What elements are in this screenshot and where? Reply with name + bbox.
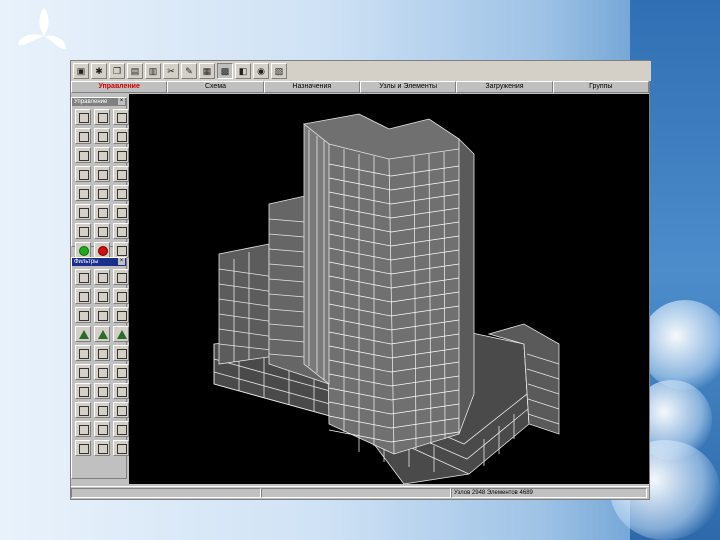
fixed-support-icon[interactable]	[94, 326, 110, 342]
magnifier-icon[interactable]	[94, 223, 110, 239]
moment-icon[interactable]	[75, 364, 91, 380]
stress-icon[interactable]	[113, 421, 129, 437]
zoom-fit-icon[interactable]	[113, 204, 129, 220]
status-cell-empty	[261, 488, 451, 498]
panel-title: Фильтры ×	[72, 258, 126, 266]
copy-icon[interactable]: ❐	[109, 63, 125, 79]
deform-icon[interactable]	[94, 440, 110, 456]
result-icon[interactable]	[75, 440, 91, 456]
zoom-icon[interactable]	[94, 204, 110, 220]
diagram-icon[interactable]	[94, 421, 110, 437]
edit-icon[interactable]: ✎	[181, 63, 197, 79]
axis-icon[interactable]	[75, 204, 91, 220]
close-icon[interactable]: ×	[118, 258, 125, 265]
spin-icon[interactable]	[113, 128, 129, 144]
save-icon[interactable]: ▣	[73, 63, 89, 79]
status-bar: Узлов 2948 Элементов 4689	[71, 486, 649, 499]
rotate-x-icon[interactable]	[75, 109, 91, 125]
cube-icon[interactable]	[75, 166, 91, 182]
view-iso-icon[interactable]	[113, 147, 129, 163]
table-icon[interactable]: ▦	[199, 63, 215, 79]
decor-bubble	[640, 300, 720, 390]
load-a-icon[interactable]	[94, 364, 110, 380]
grid-icon[interactable]: ▩	[217, 63, 233, 79]
tab-groups[interactable]: Группы	[552, 81, 649, 93]
panel-title: Управление ×	[72, 98, 126, 106]
spring-icon[interactable]	[75, 288, 91, 304]
beam-icon[interactable]	[94, 288, 110, 304]
plate-icon[interactable]	[94, 269, 110, 285]
frame-icon[interactable]	[75, 223, 91, 239]
node-icon[interactable]	[75, 307, 91, 323]
force-x-icon[interactable]	[75, 345, 91, 361]
tab-scheme[interactable]: Схема	[167, 81, 264, 93]
view-icon[interactable]: ◧	[235, 63, 251, 79]
close-icon[interactable]: ×	[118, 98, 125, 105]
print-icon[interactable]: ▥	[145, 63, 161, 79]
brush-icon[interactable]	[75, 402, 91, 418]
cube-a-icon[interactable]	[75, 185, 91, 201]
scale-icon[interactable]	[75, 421, 91, 437]
axis-global-icon[interactable]	[94, 383, 110, 399]
panel-title-text: Управление	[74, 99, 108, 105]
axis-local-icon[interactable]	[75, 383, 91, 399]
filter-icon-grid	[72, 266, 129, 459]
cube-side-icon[interactable]	[113, 166, 129, 182]
main-toolbar: ▣ ✱ ❐ ▤ ▥ ✂ ✎ ▦ ▩ ◧ ◉ ▧	[71, 61, 651, 81]
tree-icon[interactable]: ✱	[91, 63, 107, 79]
rigid-icon[interactable]	[94, 307, 110, 323]
move-icon[interactable]	[75, 128, 91, 144]
cube-b-icon[interactable]	[94, 185, 110, 201]
settings-icon[interactable]	[113, 242, 129, 258]
magnifier-red-icon[interactable]	[113, 223, 129, 239]
lira-app-window: ▣ ✱ ❐ ▤ ▥ ✂ ✎ ▦ ▩ ◧ ◉ ▧ Управление Схема…	[70, 60, 651, 500]
rotate-z-icon[interactable]	[113, 109, 129, 125]
wrench-icon[interactable]	[94, 402, 110, 418]
support-icon[interactable]	[75, 326, 91, 342]
pin-support-icon[interactable]	[113, 326, 129, 342]
filter-tool-panel: Фильтры ×	[71, 257, 129, 479]
help-icon[interactable]: ▧	[271, 63, 287, 79]
tri-leaf-logo-icon	[18, 8, 66, 49]
tab-loads[interactable]: Загружения	[456, 81, 553, 93]
status-node-element-count: Узлов 2948 Элементов 4689	[451, 488, 647, 498]
paste-icon[interactable]: ▤	[127, 63, 143, 79]
green-circle-icon[interactable]	[75, 242, 91, 258]
pan-icon[interactable]	[94, 128, 110, 144]
hinge-icon[interactable]	[113, 307, 129, 323]
cube-c-icon[interactable]	[113, 185, 129, 201]
mesh-icon[interactable]	[113, 440, 129, 456]
solid-icon[interactable]	[113, 269, 129, 285]
control-icon-grid	[72, 106, 129, 261]
force-z-icon[interactable]	[113, 345, 129, 361]
view-left-icon[interactable]	[75, 147, 91, 163]
load-b-icon[interactable]	[113, 364, 129, 380]
panel-title-text: Фильтры	[74, 259, 99, 265]
tab-control[interactable]: Управление	[71, 81, 168, 93]
force-y-icon[interactable]	[94, 345, 110, 361]
rotate-y-icon[interactable]	[94, 109, 110, 125]
line-icon[interactable]	[75, 269, 91, 285]
axis-mixed-icon[interactable]	[113, 383, 129, 399]
view-front-icon[interactable]	[94, 147, 110, 163]
cut-icon[interactable]: ✂	[163, 63, 179, 79]
status-cell-empty	[71, 488, 261, 498]
cube-top-icon[interactable]	[94, 166, 110, 182]
column-icon[interactable]	[113, 288, 129, 304]
paint-icon[interactable]	[113, 402, 129, 418]
control-tool-panel: Управление ×	[71, 97, 129, 258]
red-circle-icon[interactable]	[94, 242, 110, 258]
tab-nodes-elements[interactable]: Узлы и Элементы	[359, 81, 457, 93]
tab-assignments[interactable]: Назначения	[263, 81, 360, 93]
building-mesh-model	[213, 113, 560, 485]
mode-tabs: Управление Схема Назначения Узлы и Элеме…	[71, 81, 649, 93]
model-viewport[interactable]	[129, 94, 649, 485]
camera-icon[interactable]: ◉	[253, 63, 269, 79]
